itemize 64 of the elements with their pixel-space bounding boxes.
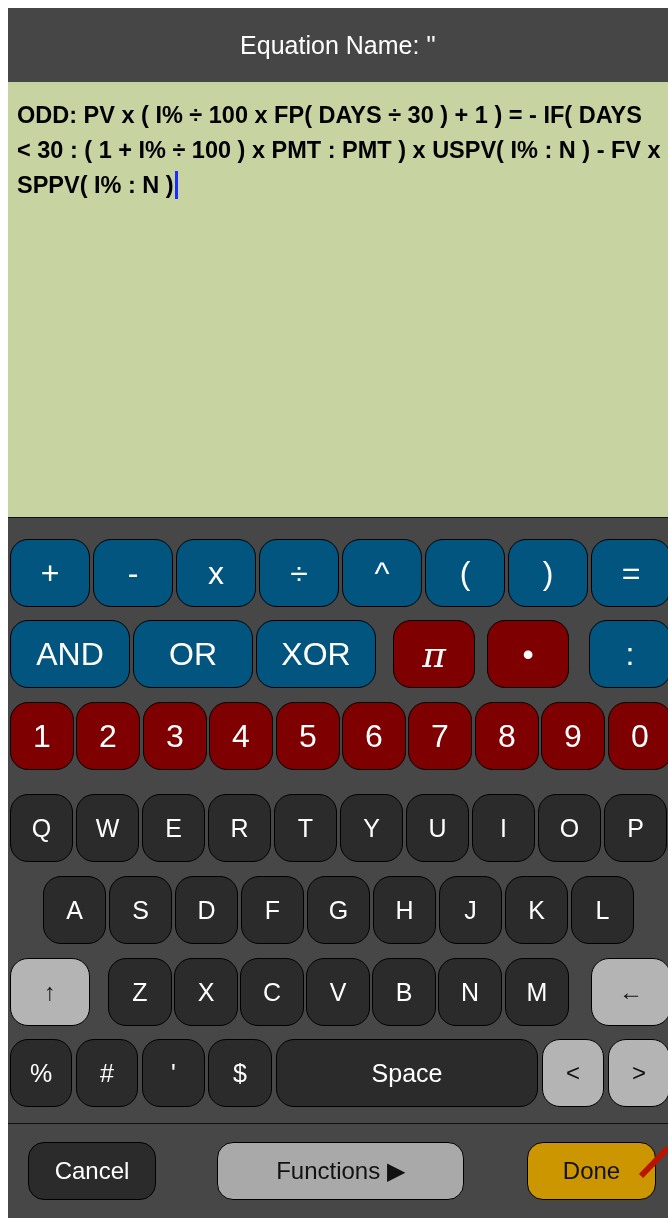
keyboard-key[interactable]: F	[241, 876, 304, 944]
keyboard-key[interactable]: N	[438, 958, 502, 1026]
cancel-button[interactable]: Cancel	[28, 1142, 156, 1200]
keyboard-key[interactable]: 5	[276, 702, 340, 770]
keyboard-key[interactable]: S	[109, 876, 172, 944]
keyboard-key[interactable]: )	[508, 539, 588, 607]
keyboard-key[interactable]: M	[505, 958, 569, 1026]
keyboard-key[interactable]: D	[175, 876, 238, 944]
keyboard-key[interactable]: x	[176, 539, 256, 607]
keyboard-key[interactable]: 4	[209, 702, 273, 770]
keyboard-key[interactable]: C	[240, 958, 304, 1026]
keyboard-key[interactable]: Z	[108, 958, 172, 1026]
keyboard-key[interactable]: G	[307, 876, 370, 944]
keyboard-key[interactable]: 2	[76, 702, 140, 770]
keyboard-key[interactable]: 9	[541, 702, 605, 770]
keyboard-key[interactable]: A	[43, 876, 106, 944]
keyboard-key[interactable]: V	[306, 958, 370, 1026]
keyboard-key[interactable]: L	[571, 876, 634, 944]
done-button[interactable]: Done	[527, 1142, 656, 1200]
keyboard-key[interactable]: +	[10, 539, 90, 607]
keyboard-key[interactable]: 7	[408, 702, 472, 770]
keyboard-key[interactable]: #	[76, 1039, 138, 1107]
keyboard-key[interactable]: XOR	[256, 620, 376, 688]
keyboard-key[interactable]: 0	[608, 702, 668, 770]
keyboard-key[interactable]: 3	[143, 702, 207, 770]
keyboard-key[interactable]: 1	[10, 702, 74, 770]
keyboard-key[interactable]: Y	[340, 794, 403, 862]
keyboard-key[interactable]: H	[373, 876, 436, 944]
keyboard-key[interactable]: :	[589, 620, 668, 688]
keyboard-key[interactable]: ^	[342, 539, 422, 607]
window-title: Equation Name: ''	[240, 30, 436, 60]
keyboard-key[interactable]: >	[608, 1039, 668, 1107]
keyboard-key[interactable]: <	[542, 1039, 604, 1107]
keyboard-key[interactable]: OR	[133, 620, 253, 688]
keyboard-key[interactable]: K	[505, 876, 568, 944]
keyboard-key[interactable]: W	[76, 794, 139, 862]
keyboard-key[interactable]: Space	[276, 1039, 538, 1107]
keyboard-key[interactable]: T	[274, 794, 337, 862]
keyboard-key[interactable]: %	[10, 1039, 72, 1107]
keyboard-key[interactable]: P	[604, 794, 667, 862]
keyboard-key[interactable]: O	[538, 794, 601, 862]
keyboard-key[interactable]: $	[208, 1039, 272, 1107]
keyboard-key[interactable]: (	[425, 539, 505, 607]
keyboard-key[interactable]: '	[142, 1039, 205, 1107]
keyboard-key[interactable]: J	[439, 876, 502, 944]
keyboard-key[interactable]: B	[372, 958, 436, 1026]
keyboard-key[interactable]: 8	[475, 702, 539, 770]
keyboard-key[interactable]: U	[406, 794, 469, 862]
keyboard-key[interactable]: =	[591, 539, 668, 607]
annotation-line	[638, 1146, 668, 1180]
keyboard-key[interactable]: I	[472, 794, 535, 862]
keyboard-key[interactable]: -	[93, 539, 173, 607]
keyboard-key[interactable]: π	[393, 620, 475, 688]
functions-button[interactable]: Functions ▶	[217, 1142, 464, 1200]
keyboard-key[interactable]: AND	[10, 620, 130, 688]
keyboard-key[interactable]: E	[142, 794, 205, 862]
keyboard-key[interactable]: X	[174, 958, 238, 1026]
keyboard-key[interactable]: ←	[591, 958, 668, 1026]
keyboard-key[interactable]: 6	[342, 702, 406, 770]
keyboard-key[interactable]: Q	[10, 794, 73, 862]
keyboard-key[interactable]: ÷	[259, 539, 339, 607]
keyboard-key[interactable]: •	[487, 620, 569, 688]
keyboard-key[interactable]: ↑	[10, 958, 90, 1026]
keyboard-key[interactable]: R	[208, 794, 271, 862]
